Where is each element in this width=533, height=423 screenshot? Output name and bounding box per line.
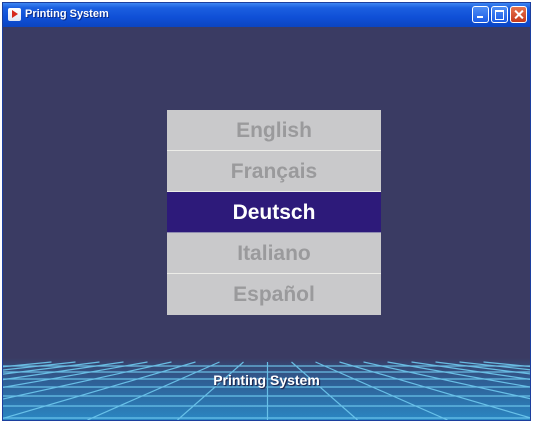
- language-item-english[interactable]: English: [167, 110, 381, 151]
- language-item-espanol[interactable]: Español: [167, 274, 381, 315]
- window-controls: [472, 6, 527, 23]
- language-item-deutsch[interactable]: Deutsch: [167, 192, 381, 233]
- grid-floor-graphic: [3, 358, 530, 420]
- language-item-francais[interactable]: Français: [167, 151, 381, 192]
- language-item-italiano[interactable]: Italiano: [167, 233, 381, 274]
- minimize-button[interactable]: [472, 6, 489, 23]
- footer-title: Printing System: [213, 372, 320, 388]
- grid-floor-decoration: [3, 358, 530, 420]
- language-menu: English Français Deutsch Italiano Españo…: [167, 110, 381, 315]
- close-button[interactable]: [510, 6, 527, 23]
- app-window: Printing System English Français Deutsch…: [2, 2, 531, 421]
- app-arrow-icon: [8, 8, 21, 21]
- window-title: Printing System: [25, 8, 109, 20]
- maximize-button[interactable]: [491, 6, 508, 23]
- title-bar[interactable]: Printing System: [3, 3, 530, 27]
